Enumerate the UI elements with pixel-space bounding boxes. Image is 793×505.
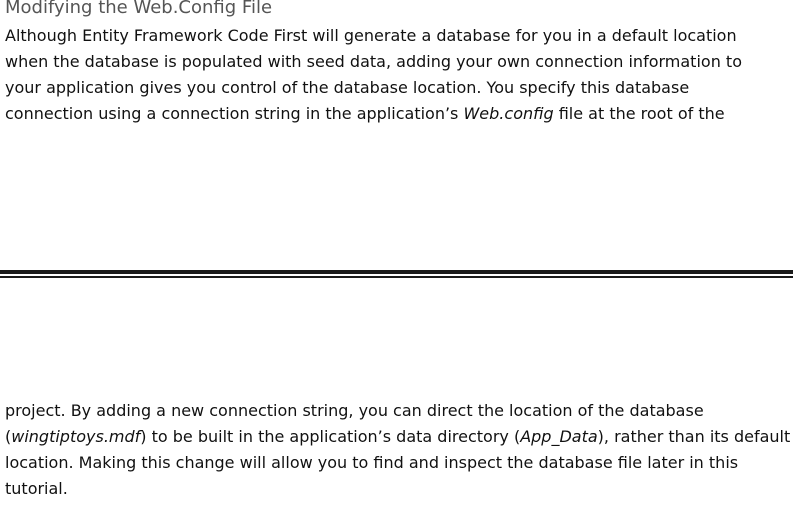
data-directory-italic: App_Data <box>520 427 598 446</box>
text-run: ), rather than its default <box>597 427 791 446</box>
section-heading: Modifying the Web.Config File <box>5 0 273 18</box>
paragraph-line: project. By adding a new connection stri… <box>5 401 704 420</box>
paragraph-line: when the database is populated with seed… <box>5 52 742 71</box>
text-run: connection using a connection string in … <box>5 104 464 123</box>
text-run: file at the root of the <box>553 104 725 123</box>
paragraph-top: Although Entity Framework Code First wil… <box>5 23 791 127</box>
paragraph-line: (wingtiptoys.mdf) to be built in the app… <box>5 424 791 450</box>
file-name-italic: Web.config <box>463 104 554 123</box>
paragraph-line: location. Making this change will allow … <box>5 453 739 472</box>
database-file-italic: wingtiptoys.mdf <box>11 427 141 446</box>
paragraph-line: Although Entity Framework Code First wil… <box>5 26 737 45</box>
paragraph-bottom: project. By adding a new connection stri… <box>5 398 791 502</box>
paragraph-line: your application gives you control of th… <box>5 78 690 97</box>
page-break-line-thick <box>0 270 793 274</box>
page-break-line-thin <box>0 276 793 278</box>
paragraph-line: connection using a connection string in … <box>5 101 791 127</box>
paragraph-line: tutorial. <box>5 479 68 498</box>
text-run: ) to be built in the application’s data … <box>140 427 521 446</box>
